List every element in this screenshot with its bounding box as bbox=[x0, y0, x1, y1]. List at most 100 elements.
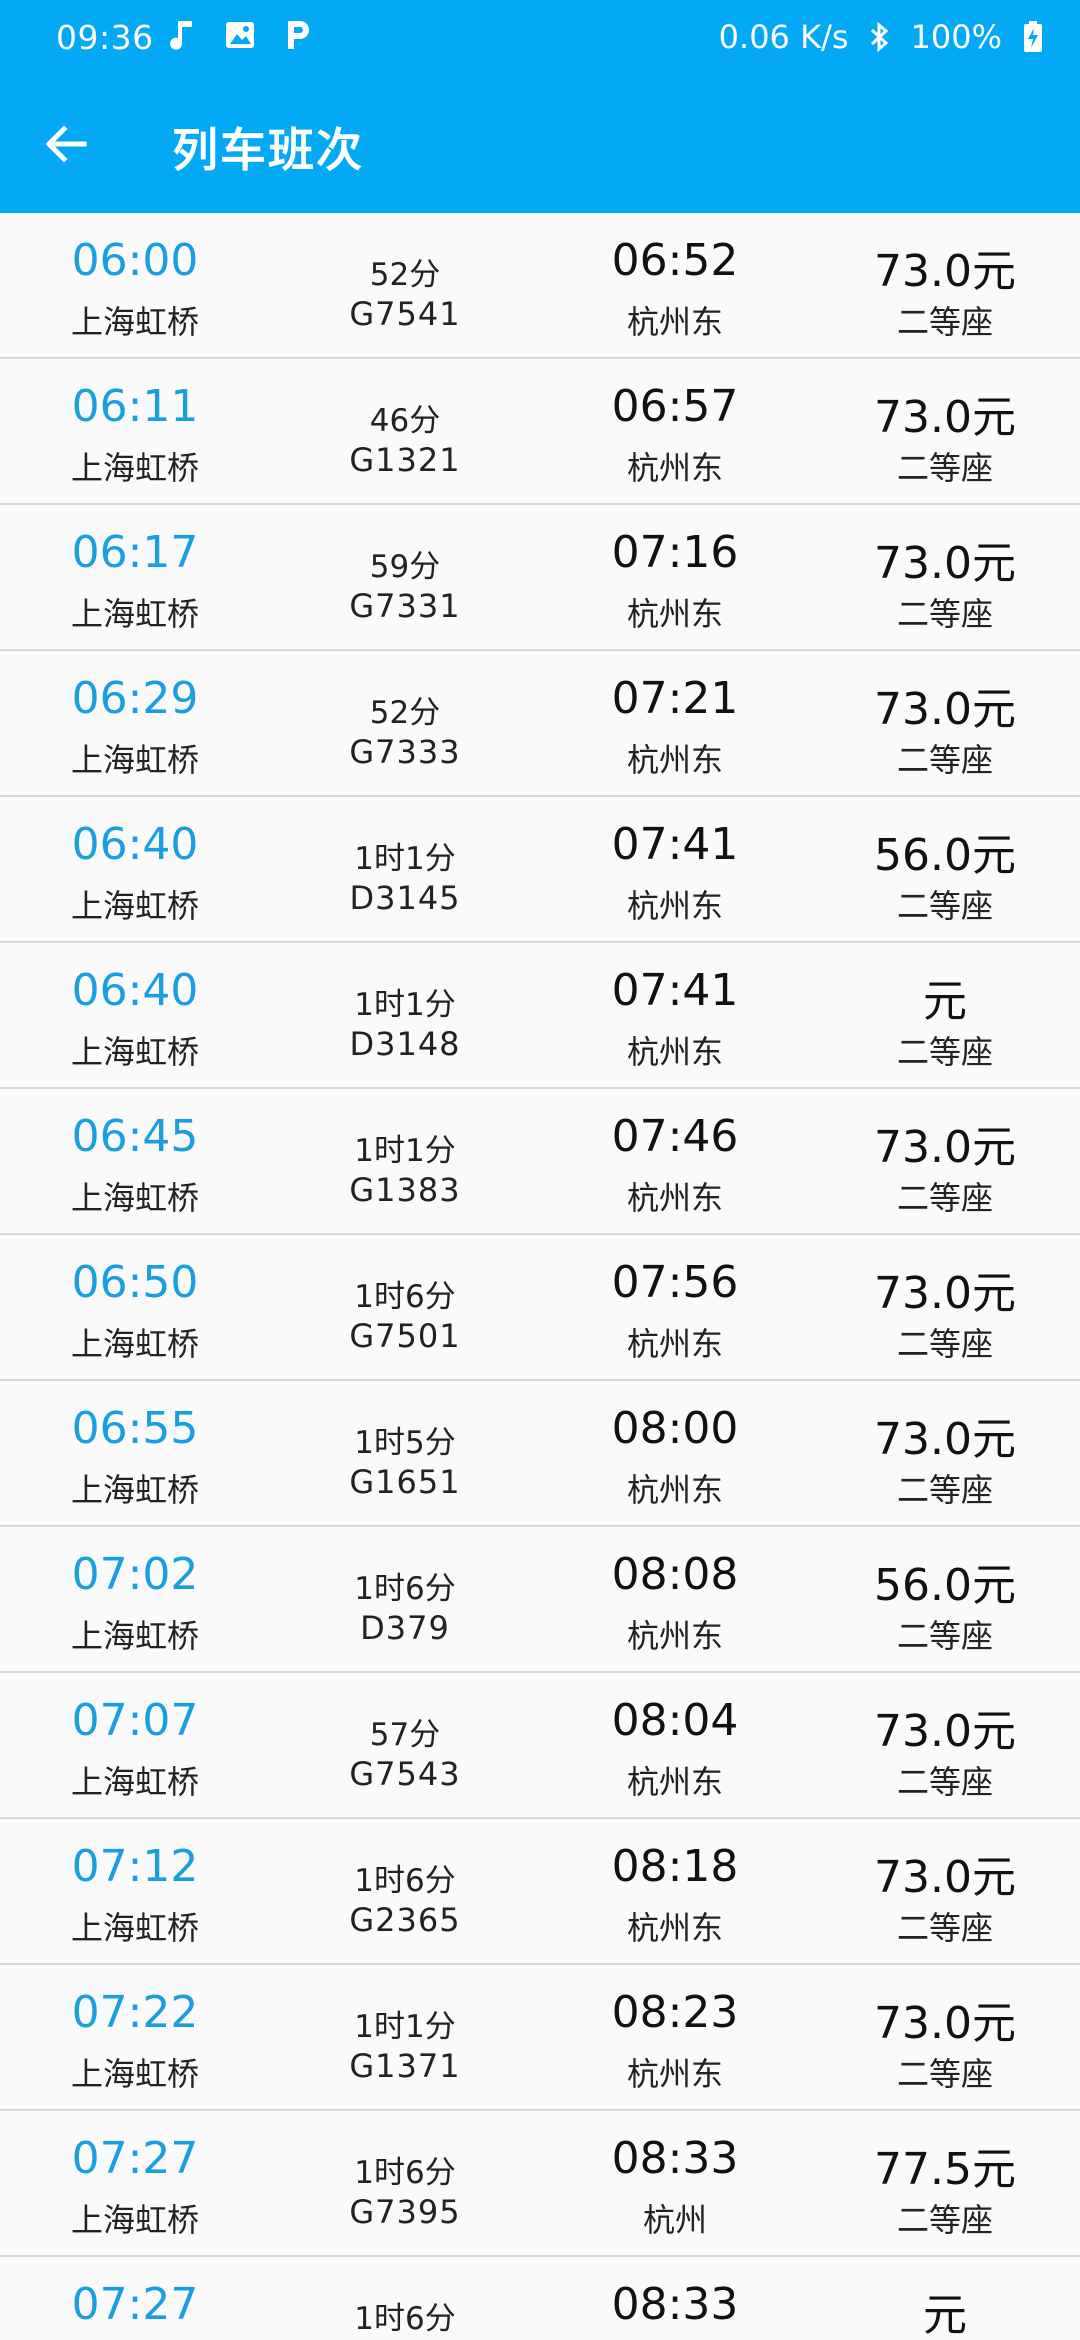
arrival-station: 杭州东 bbox=[626, 1471, 723, 1509]
trip-duration: 59分 bbox=[369, 549, 441, 585]
departure-cell: 07:07 上海虹桥 bbox=[0, 1673, 270, 1817]
arrival-cell: 07:41 杭州东 bbox=[540, 943, 810, 1087]
trip-duration: 52分 bbox=[369, 257, 441, 293]
status-time: 09:36 bbox=[56, 18, 154, 57]
back-button[interactable] bbox=[34, 112, 98, 176]
train-info-cell: 1时1分 D3145 bbox=[270, 797, 540, 941]
train-info-cell: 1时6分 D379 bbox=[270, 1527, 540, 1671]
departure-station: 上海虹桥 bbox=[70, 449, 199, 487]
price-cell: 73.0元 二等座 bbox=[810, 359, 1080, 503]
departure-cell: 07:27 上海虹桥 bbox=[0, 2111, 270, 2255]
price-cell: 77.5元 二等座 bbox=[810, 2111, 1080, 2255]
arrival-station: 杭州东 bbox=[626, 1763, 723, 1801]
train-row[interactable]: 06:50 上海虹桥 1时6分 G7501 07:56 杭州东 73.0元 二等… bbox=[0, 1235, 1080, 1381]
departure-time: 07:02 bbox=[71, 1549, 199, 1600]
train-row[interactable]: 07:12 上海虹桥 1时6分 G2365 08:18 杭州东 73.0元 二等… bbox=[0, 1819, 1080, 1965]
seat-class: 二等座 bbox=[896, 449, 993, 487]
price-cell: 73.0元 二等座 bbox=[810, 1089, 1080, 1233]
departure-station: 上海虹桥 bbox=[70, 303, 199, 341]
arrival-cell: 06:52 杭州东 bbox=[540, 213, 810, 357]
price-cell: 73.0元 二等座 bbox=[810, 1965, 1080, 2109]
seat-class: 二等座 bbox=[896, 1617, 993, 1655]
train-row[interactable]: 06:40 上海虹桥 1时1分 D3145 07:41 杭州东 56.0元 二等… bbox=[0, 797, 1080, 943]
trip-duration: 1时6分 bbox=[354, 1571, 456, 1607]
top-app-bar: 09:36 0.06 K/s 100% 列车班次 bbox=[0, 0, 1080, 213]
departure-time: 06:00 bbox=[71, 235, 199, 286]
train-row[interactable]: 06:45 上海虹桥 1时1分 G1383 07:46 杭州东 73.0元 二等… bbox=[0, 1089, 1080, 1235]
seat-class: 二等座 bbox=[896, 2201, 993, 2239]
arrival-cell: 08:23 杭州东 bbox=[540, 1965, 810, 2109]
status-bar: 09:36 0.06 K/s 100% bbox=[0, 0, 1080, 80]
departure-time: 06:40 bbox=[71, 819, 199, 870]
toolbar: 列车班次 bbox=[0, 80, 1080, 213]
trip-duration: 1时1分 bbox=[354, 2009, 456, 2045]
ticket-price: 73.0元 bbox=[874, 1706, 1016, 1757]
trip-duration: 1时6分 bbox=[354, 2301, 456, 2337]
ticket-price: 56.0元 bbox=[874, 830, 1016, 881]
music-note-icon bbox=[165, 18, 199, 52]
train-row[interactable]: 06:29 上海虹桥 52分 G7333 07:21 杭州东 73.0元 二等座 bbox=[0, 651, 1080, 797]
departure-time: 07:27 bbox=[71, 2133, 199, 2184]
bluetooth-icon bbox=[863, 20, 897, 54]
departure-time: 06:40 bbox=[71, 965, 199, 1016]
train-row[interactable]: 07:27 1时6分 08:33 元 bbox=[0, 2257, 1080, 2340]
train-row[interactable]: 06:40 上海虹桥 1时1分 D3148 07:41 杭州东 元 二等座 bbox=[0, 943, 1080, 1089]
seat-class: 二等座 bbox=[896, 2055, 993, 2093]
departure-cell: 06:40 上海虹桥 bbox=[0, 797, 270, 941]
page-title: 列车班次 bbox=[172, 123, 364, 177]
departure-cell: 06:55 上海虹桥 bbox=[0, 1381, 270, 1525]
departure-station: 上海虹桥 bbox=[70, 887, 199, 925]
arrival-station: 杭州东 bbox=[626, 1033, 723, 1071]
train-number: G7333 bbox=[349, 733, 461, 771]
train-info-cell: 52分 G7541 bbox=[270, 213, 540, 357]
train-row[interactable]: 07:27 上海虹桥 1时6分 G7395 08:33 杭州 77.5元 二等座 bbox=[0, 2111, 1080, 2257]
departure-cell: 06:17 上海虹桥 bbox=[0, 505, 270, 649]
trip-duration: 52分 bbox=[369, 695, 441, 731]
train-row[interactable]: 07:02 上海虹桥 1时6分 D379 08:08 杭州东 56.0元 二等座 bbox=[0, 1527, 1080, 1673]
train-row[interactable]: 06:11 上海虹桥 46分 G1321 06:57 杭州东 73.0元 二等座 bbox=[0, 359, 1080, 505]
departure-station: 上海虹桥 bbox=[70, 1179, 199, 1217]
seat-class: 二等座 bbox=[896, 887, 993, 925]
arrival-cell: 07:56 杭州东 bbox=[540, 1235, 810, 1379]
arrival-time: 06:52 bbox=[611, 235, 739, 286]
seat-class: 二等座 bbox=[896, 1471, 993, 1509]
ticket-price: 73.0元 bbox=[874, 392, 1016, 443]
arrival-cell: 06:57 杭州东 bbox=[540, 359, 810, 503]
train-number: G1383 bbox=[349, 1171, 461, 1209]
departure-station: 上海虹桥 bbox=[70, 1617, 199, 1655]
train-info-cell: 1时6分 bbox=[270, 2257, 540, 2340]
departure-cell: 06:00 上海虹桥 bbox=[0, 213, 270, 357]
arrival-station: 杭州东 bbox=[626, 595, 723, 633]
train-number: G1371 bbox=[349, 2047, 461, 2085]
train-row[interactable]: 07:07 上海虹桥 57分 G7543 08:04 杭州东 73.0元 二等座 bbox=[0, 1673, 1080, 1819]
arrival-station: 杭州东 bbox=[626, 1179, 723, 1217]
arrival-station: 杭州东 bbox=[626, 303, 723, 341]
train-row[interactable]: 07:22 上海虹桥 1时1分 G1371 08:23 杭州东 73.0元 二等… bbox=[0, 1965, 1080, 2111]
train-number: G7541 bbox=[349, 295, 461, 333]
train-row[interactable]: 06:00 上海虹桥 52分 G7541 06:52 杭州东 73.0元 二等座 bbox=[0, 213, 1080, 359]
arrival-time: 08:08 bbox=[611, 1549, 739, 1600]
arrival-station: 杭州东 bbox=[626, 449, 723, 487]
train-list[interactable]: 06:00 上海虹桥 52分 G7541 06:52 杭州东 73.0元 二等座… bbox=[0, 213, 1080, 2340]
train-row[interactable]: 06:55 上海虹桥 1时5分 G1651 08:00 杭州东 73.0元 二等… bbox=[0, 1381, 1080, 1527]
arrival-station: 杭州东 bbox=[626, 1325, 723, 1363]
departure-time: 07:27 bbox=[71, 2279, 199, 2330]
trip-duration: 1时6分 bbox=[354, 1863, 456, 1899]
train-number: G7331 bbox=[349, 587, 461, 625]
train-info-cell: 1时5分 G1651 bbox=[270, 1381, 540, 1525]
departure-station: 上海虹桥 bbox=[70, 2201, 199, 2239]
arrival-station: 杭州 bbox=[642, 2201, 707, 2239]
ticket-price: 73.0元 bbox=[874, 246, 1016, 297]
departure-cell: 07:22 上海虹桥 bbox=[0, 1965, 270, 2109]
departure-time: 06:11 bbox=[71, 381, 199, 432]
trip-duration: 57分 bbox=[369, 1717, 441, 1753]
arrival-cell: 08:33 杭州 bbox=[540, 2111, 810, 2255]
trip-duration: 1时5分 bbox=[354, 1425, 456, 1461]
train-row[interactable]: 06:17 上海虹桥 59分 G7331 07:16 杭州东 73.0元 二等座 bbox=[0, 505, 1080, 651]
ticket-price: 73.0元 bbox=[874, 1998, 1016, 2049]
arrival-station: 杭州东 bbox=[626, 1617, 723, 1655]
arrival-time: 08:18 bbox=[611, 1841, 739, 1892]
train-number: D379 bbox=[360, 1609, 450, 1647]
train-info-cell: 59分 G7331 bbox=[270, 505, 540, 649]
departure-time: 07:22 bbox=[71, 1987, 199, 2038]
